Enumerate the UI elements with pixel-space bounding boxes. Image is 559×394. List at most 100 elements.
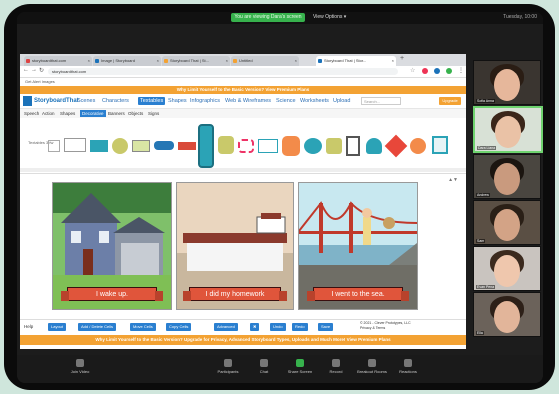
star-icon[interactable]: ☆: [410, 67, 415, 74]
storyboard-cell[interactable]: I did my homework: [176, 182, 294, 310]
meeting-info: Tuesday, 10:00: [503, 14, 537, 20]
textable-item[interactable]: [178, 142, 196, 150]
textable-item[interactable]: [132, 140, 150, 152]
cell-caption[interactable]: I did my homework: [183, 287, 287, 301]
bottom-promo-banner[interactable]: Why Limit Yourself to the Basic Version?…: [20, 335, 466, 345]
close-icon[interactable]: ✖: [250, 323, 260, 331]
participants-icon: [224, 359, 232, 367]
share-screen-button[interactable]: Share Screen: [285, 359, 315, 374]
storyboard-cell[interactable]: I wake up.: [52, 182, 172, 310]
nav-web-wireframes[interactable]: Web & Wireframes: [225, 97, 271, 105]
back-icon[interactable]: ←: [23, 67, 29, 73]
undo-button[interactable]: Undo: [270, 323, 286, 331]
browser-tab[interactable]: Untitled ×: [231, 56, 299, 66]
nav-upload[interactable]: Upload: [333, 97, 350, 105]
subtab-shapes[interactable]: Shapes: [60, 110, 75, 117]
nav-worksheets[interactable]: Worksheets: [300, 97, 329, 105]
panel-arrows-icon[interactable]: ▲▼: [448, 177, 458, 183]
record-button[interactable]: Record: [321, 359, 351, 374]
participant-tile[interactable]: Evan Pena: [473, 246, 541, 291]
browser-tab[interactable]: storyboardthat.com ×: [24, 56, 92, 66]
textable-item[interactable]: [198, 124, 214, 168]
textable-item[interactable]: [366, 138, 382, 154]
nav-science[interactable]: Science: [276, 97, 296, 105]
subtab-speech[interactable]: Speech: [24, 110, 39, 117]
nav-scenes[interactable]: Scenes: [77, 97, 95, 105]
participants-button[interactable]: Participants: [213, 359, 243, 374]
url-input[interactable]: storyboardthat.com: [48, 68, 398, 75]
copy-cells-button[interactable]: Copy Cells: [166, 323, 192, 331]
promo-banner[interactable]: Why Limit Yourself to the Basic Version?…: [20, 86, 466, 94]
advanced-button[interactable]: Advanced: [214, 323, 238, 331]
textable-item[interactable]: [258, 139, 278, 153]
extension-icon[interactable]: [422, 68, 428, 74]
subtab-action[interactable]: Action: [42, 110, 55, 117]
close-icon[interactable]: ×: [226, 56, 228, 66]
save-button[interactable]: Save: [318, 323, 334, 331]
view-options-button[interactable]: View Options ▾: [313, 13, 346, 22]
add-delete-cells-button[interactable]: Add / Delete Cells: [78, 323, 117, 331]
new-tab-icon[interactable]: +: [400, 55, 404, 62]
textable-item[interactable]: [432, 136, 448, 154]
close-icon[interactable]: ×: [88, 56, 90, 66]
browser-tab-active[interactable]: Storyboard That | Stor... ×: [316, 56, 396, 66]
monitor-frame: You are viewing Dara's screen View Optio…: [4, 4, 555, 390]
bookmark-item[interactable]: Get Alert Images: [25, 79, 55, 84]
nav-characters[interactable]: Characters: [102, 97, 129, 105]
cell-caption[interactable]: I wake up.: [61, 287, 163, 301]
subtab-signs[interactable]: Signs: [148, 110, 159, 117]
move-cells-button[interactable]: Move Cells: [130, 323, 156, 331]
extension-icon[interactable]: [434, 68, 440, 74]
redo-button[interactable]: Redo: [292, 323, 308, 331]
nav-textables[interactable]: Textables: [138, 97, 166, 105]
extension-icon[interactable]: [446, 68, 452, 74]
browser-tab[interactable]: Storyboard That | St... ×: [162, 56, 230, 66]
nav-infographics[interactable]: Infographics: [190, 97, 220, 105]
menu-kebab-icon[interactable]: ⋮: [458, 67, 464, 74]
storyboardthat-logo[interactable]: StoryboardThat: [23, 96, 79, 106]
participant-name: Dara Liana: [477, 146, 497, 150]
textable-item[interactable]: [326, 138, 342, 154]
subtab-objects[interactable]: Objects: [128, 110, 143, 117]
subtab-decorative[interactable]: Decorative: [80, 110, 106, 117]
search-input[interactable]: Search...: [361, 97, 401, 105]
shelf-scrollbar[interactable]: [20, 168, 466, 172]
join-video-button[interactable]: Join Video: [65, 359, 95, 374]
subtab-banners[interactable]: Banners: [108, 110, 125, 117]
breakout-rooms-button[interactable]: Breakout Rooms: [357, 359, 387, 374]
close-icon[interactable]: ×: [157, 56, 159, 66]
participant-tile[interactable]: Ella: [473, 292, 541, 337]
textable-item[interactable]: [410, 138, 426, 154]
participant-tile[interactable]: Sam: [473, 200, 541, 245]
reload-icon[interactable]: ↻: [39, 67, 44, 74]
textable-item[interactable]: [112, 138, 128, 154]
storyboard-cell[interactable]: I went to the sea.: [298, 182, 418, 310]
storyboard-toolbar: Help Layout Add / Delete Cells Move Cell…: [20, 319, 466, 334]
textable-item[interactable]: [384, 134, 408, 158]
browser-tab[interactable]: Image | Storyboard ×: [93, 56, 161, 66]
textable-item[interactable]: [48, 140, 60, 152]
participant-tile-active-speaker[interactable]: Dara Liana: [473, 106, 543, 153]
close-icon[interactable]: ×: [295, 56, 297, 66]
textable-item[interactable]: [282, 136, 300, 156]
textable-item[interactable]: [346, 136, 360, 156]
participant-tile[interactable]: Sofia Anna: [473, 60, 541, 105]
textable-item[interactable]: [90, 140, 108, 152]
textable-item[interactable]: [238, 139, 254, 153]
textable-item[interactable]: [304, 138, 322, 154]
textable-item[interactable]: [64, 138, 86, 152]
reactions-button[interactable]: Reactions: [393, 359, 423, 374]
help-button[interactable]: Help: [24, 323, 33, 331]
nav-shapes[interactable]: Shapes: [168, 97, 187, 105]
chat-button[interactable]: Chat: [249, 359, 279, 374]
textable-item[interactable]: [218, 136, 234, 154]
upgrade-button[interactable]: Upgrade: [439, 97, 461, 105]
textable-item[interactable]: [154, 141, 174, 150]
privacy-link[interactable]: Privacy & Terms: [360, 326, 385, 330]
close-icon[interactable]: ×: [392, 56, 394, 66]
forward-icon[interactable]: →: [31, 67, 37, 73]
participant-tile[interactable]: Andrew: [473, 154, 541, 199]
breakout-icon: [368, 359, 376, 367]
layout-button[interactable]: Layout: [48, 323, 67, 331]
cell-caption[interactable]: I went to the sea.: [307, 287, 409, 301]
